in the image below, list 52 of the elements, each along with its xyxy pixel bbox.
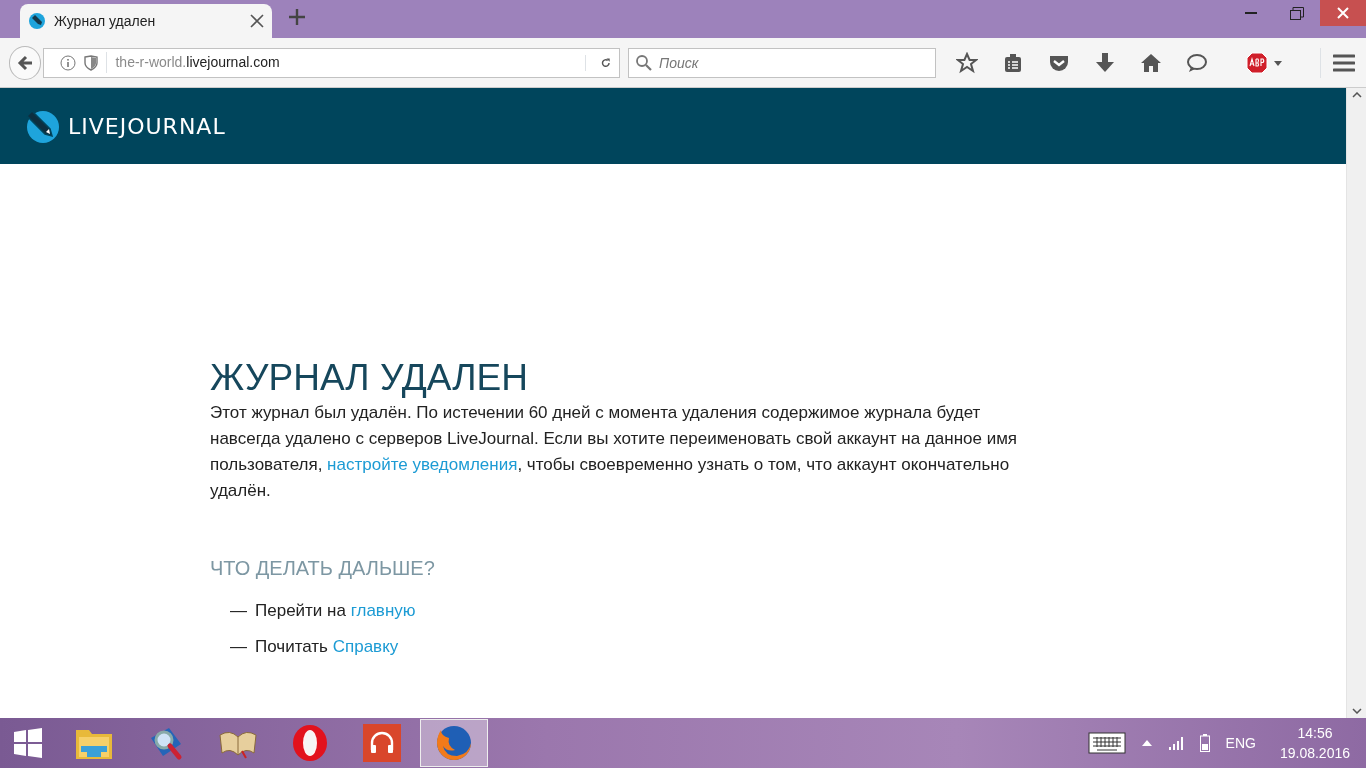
speech-bubble-icon — [1186, 52, 1208, 73]
keyboard-icon[interactable] — [1087, 732, 1126, 754]
battery-icon[interactable] — [1199, 734, 1210, 752]
globe-fox-icon — [435, 724, 473, 762]
clock-time[interactable]: 14:56 — [1297, 723, 1333, 743]
back-arrow-icon — [17, 54, 34, 71]
shield-icon[interactable] — [84, 54, 99, 71]
page-title: ЖУРНАЛ УДАЛЕН — [210, 356, 529, 400]
pencil-logo-icon[interactable] — [24, 108, 60, 144]
headphones-icon — [363, 724, 401, 762]
scrollbar[interactable] — [1346, 88, 1366, 718]
logo-text[interactable]: LIVEJOURNAL — [68, 109, 226, 143]
step-text: Почитать Справку — [255, 635, 399, 658]
search-field[interactable]: Поиск — [628, 47, 936, 78]
back-button[interactable] — [9, 45, 42, 80]
notification-settings-link[interactable]: настройте уведомления — [327, 455, 518, 475]
step-link[interactable]: главную — [350, 601, 416, 621]
section-heading: ЧТО ДЕЛАТЬ ДАЛЬШЕ? — [210, 556, 436, 581]
close-button[interactable] — [1320, 0, 1366, 26]
new-tab-icon[interactable] — [288, 8, 306, 26]
close-icon[interactable] — [250, 14, 264, 28]
taskbar-app-button[interactable] — [420, 719, 488, 767]
step-text: Перейти на главную — [255, 600, 416, 623]
restore-icon — [1290, 6, 1304, 20]
opera-logo-icon — [292, 724, 328, 762]
tab-title: Журнал удален — [54, 11, 157, 31]
chevron-up-icon[interactable] — [1141, 740, 1152, 746]
clipboard-list-icon — [1003, 52, 1023, 73]
scroll-up-icon[interactable] — [1351, 92, 1362, 98]
dash-mark: — — [230, 600, 247, 623]
language-indicator[interactable]: ENG — [1225, 732, 1256, 754]
windows-logo-icon — [13, 728, 43, 758]
url-text: the-r-world. — [115, 54, 187, 70]
url-domain-text: livejournal.com — [186, 54, 280, 70]
close-icon — [1337, 7, 1349, 19]
download-arrow-icon — [1095, 51, 1115, 74]
reload-icon[interactable] — [585, 54, 611, 71]
pencil-logo-icon — [28, 12, 46, 30]
scroll-down-icon[interactable] — [1351, 708, 1362, 714]
step-link[interactable]: Справку — [332, 636, 399, 656]
browser-tab[interactable]: Журнал удален — [20, 4, 272, 38]
info-icon[interactable] — [60, 54, 77, 71]
dash-mark: — — [230, 635, 247, 658]
search-icon — [636, 54, 652, 71]
address-field[interactable]: the-r-world.livejournal.com — [43, 47, 620, 78]
signal-icon[interactable] — [1167, 736, 1184, 750]
menu-icon — [1332, 53, 1355, 72]
message-paragraph: Этот журнал был удалён. По истечении 60 дней с момента удаления содержимое журнала будет навсегда удалено с серверов LiveJournal. Если вы хотите переименовать свой аккаунт на данное имя пользователя, настройте уведомления, чтобы своевременно узнать о том, что аккаунт окончательно удалён. — [210, 402, 1019, 503]
home-icon — [1140, 52, 1162, 73]
star-icon — [956, 51, 978, 74]
clock-date[interactable]: 19.08.2016 — [1279, 743, 1350, 763]
minimize-icon — [1245, 12, 1257, 14]
